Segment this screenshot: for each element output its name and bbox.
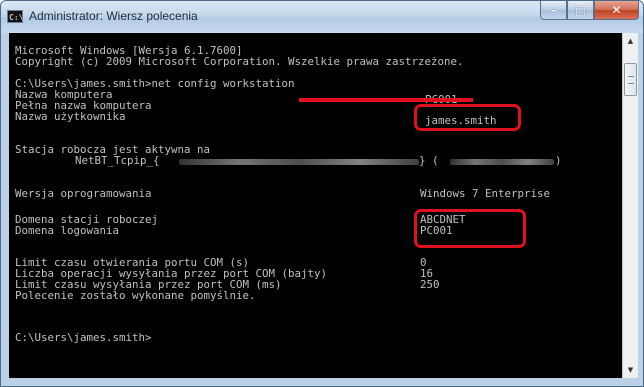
netbt-prefix: NetBT_Tcpip_{ xyxy=(75,154,160,167)
title-bar[interactable]: C:\ Administrator: Wiersz polecenia – □ … xyxy=(1,1,643,33)
user-name-label: Nazwa użytkownika xyxy=(15,110,126,123)
com-send-value: 250 xyxy=(420,278,440,291)
blurred-mac xyxy=(450,159,554,165)
logon-domain-label: Domena logowania xyxy=(15,224,120,237)
minimize-button[interactable]: – xyxy=(540,1,567,20)
scroll-down-arrow-icon[interactable]: ▼ xyxy=(623,362,638,378)
window-title: Administrator: Wiersz polecenia xyxy=(29,9,198,23)
header-copyright-line: Copyright (c) 2009 Microsoft Corporation… xyxy=(15,55,464,68)
window-bottom-border xyxy=(1,378,643,386)
close-button[interactable]: ✕ xyxy=(594,1,639,20)
version-value: Windows 7 Enterprise xyxy=(420,187,551,200)
command-prompt[interactable]: C:\Users\james.smith> xyxy=(15,332,152,343)
cmd-app-icon[interactable]: C:\ xyxy=(7,10,23,23)
vertical-scrollbar[interactable]: ▲ ▼ xyxy=(622,33,638,378)
maximize-button[interactable]: □ xyxy=(567,1,594,20)
blurred-guid xyxy=(179,159,419,165)
command-prompt-window: C:\ Administrator: Wiersz polecenia – □ … xyxy=(0,0,644,387)
user-name-highlight xyxy=(414,104,521,131)
netbt-mid: } ( xyxy=(419,154,439,167)
netbt-end: ) xyxy=(555,154,562,167)
redaction-bar xyxy=(299,98,473,102)
scrollbar-thumb[interactable] xyxy=(624,63,637,96)
success-message: Polecenie zostało wykonane pomyślnie. xyxy=(15,289,256,302)
scroll-up-arrow-icon[interactable]: ▲ xyxy=(623,33,638,49)
console-output[interactable]: Microsoft Windows [Wersja 6.1.7600] Copy… xyxy=(9,33,622,378)
window-controls: – □ ✕ xyxy=(540,1,639,21)
version-label: Wersja oprogramowania xyxy=(15,187,152,200)
domain-highlight xyxy=(414,209,526,248)
